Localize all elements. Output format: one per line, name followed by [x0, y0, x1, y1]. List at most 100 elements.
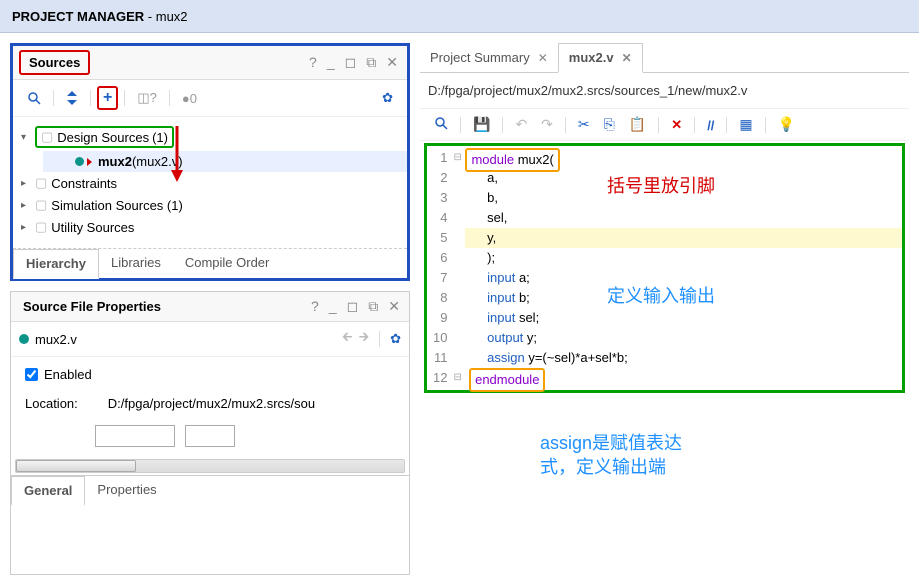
- maximize-icon[interactable]: ◻: [344, 296, 362, 317]
- unknown-tool-icon[interactable]: ◫?: [131, 87, 163, 109]
- project-summary-tab[interactable]: Project Summary ✕: [420, 43, 558, 72]
- design-sources-row[interactable]: ▾ ▢ Design Sources (1): [13, 123, 407, 151]
- properties-tab[interactable]: Properties: [85, 476, 168, 505]
- cut-icon[interactable]: ✂: [572, 113, 596, 136]
- line-number: 10: [433, 328, 447, 348]
- line-number: 8: [433, 288, 447, 308]
- properties-file-name: mux2.v: [35, 332, 77, 347]
- mux2-module-name: mux2: [98, 154, 132, 169]
- sources-tree: ▾ ▢ Design Sources (1) mux2 (mux2.v) ▸: [13, 117, 407, 248]
- hierarchy-tab[interactable]: Hierarchy: [13, 249, 99, 279]
- collapse-expand-icon[interactable]: [60, 88, 84, 108]
- status-indicator: ● 0: [176, 88, 203, 109]
- simulation-sources-label: Simulation Sources (1): [51, 198, 183, 213]
- utility-sources-row[interactable]: ▸ ▢ Utility Sources: [13, 216, 407, 238]
- line-number: 4: [433, 208, 447, 228]
- separator: [169, 90, 170, 106]
- general-tab[interactable]: General: [11, 476, 85, 506]
- annotation-blue-1: 定义输入输出: [607, 282, 715, 308]
- mux2v-tab[interactable]: mux2.v ✕: [558, 43, 643, 73]
- chevron-right-icon[interactable]: ▸: [21, 200, 35, 211]
- properties-form: Enabled Location: D:/fpga/project/mux2/m…: [11, 357, 409, 457]
- code-line-10: output y;: [465, 328, 902, 348]
- module-type-icon: [75, 157, 92, 166]
- constraints-row[interactable]: ▸ ▢ Constraints: [13, 172, 407, 194]
- separator: [565, 117, 566, 133]
- restore-icon[interactable]: ⧉: [365, 296, 381, 317]
- chevron-down-icon[interactable]: ▾: [21, 132, 35, 143]
- chevron-right-icon[interactable]: ▸: [21, 178, 35, 189]
- close-panel-icon[interactable]: ✕: [385, 296, 403, 317]
- search-icon[interactable]: [428, 113, 454, 136]
- editor-tabs: Project Summary ✕ mux2.v ✕: [420, 43, 909, 73]
- enabled-checkbox[interactable]: [25, 368, 38, 381]
- save-icon[interactable]: 💾: [467, 113, 496, 136]
- type-row: [25, 425, 395, 447]
- close-icon[interactable]: ✕: [538, 51, 548, 65]
- file-path: D:/fpga/project/mux2/mux2.srcs/sources_1…: [420, 73, 909, 108]
- minimize-icon[interactable]: _: [324, 52, 338, 73]
- sources-title: Sources: [19, 50, 90, 75]
- line-number: 11: [433, 348, 447, 368]
- copy-icon[interactable]: ⎘: [598, 113, 621, 136]
- fold-icon[interactable]: ⊟: [453, 368, 465, 388]
- close-icon[interactable]: ✕: [622, 51, 632, 65]
- close-panel-icon[interactable]: ✕: [383, 52, 401, 73]
- chevron-right-icon[interactable]: ▸: [21, 222, 35, 233]
- horizontal-scrollbar[interactable]: [15, 459, 405, 473]
- nav-forward-icon[interactable]: 🡲: [359, 328, 370, 350]
- fold-icon[interactable]: ⊟: [453, 148, 465, 168]
- separator: [124, 90, 125, 106]
- scrollbar-thumb[interactable]: [16, 460, 136, 472]
- column-select-icon[interactable]: ▦: [733, 113, 758, 136]
- line-number: 2: [433, 168, 447, 188]
- help-icon[interactable]: ?: [308, 296, 322, 317]
- gear-icon[interactable]: ✿: [390, 331, 401, 347]
- nav-back-icon[interactable]: 🡰: [342, 328, 353, 350]
- undo-icon[interactable]: ↶: [509, 113, 533, 136]
- mux2-module-row[interactable]: mux2 (mux2.v): [43, 151, 407, 172]
- folder-icon: ▢: [35, 197, 47, 213]
- code-line-4: sel,: [465, 208, 902, 228]
- gear-icon[interactable]: ✿: [376, 87, 399, 109]
- line-number: 6: [433, 248, 447, 268]
- code-line-5: y,: [465, 228, 902, 248]
- comment-icon[interactable]: //: [701, 114, 720, 136]
- paste-icon[interactable]: 📋: [623, 113, 652, 136]
- minimize-icon[interactable]: _: [326, 296, 340, 317]
- titlebar-prefix: PROJECT MANAGER: [12, 9, 144, 24]
- sources-bottom-tabs: Hierarchy Libraries Compile Order: [13, 248, 407, 278]
- left-column: Sources ? _ ◻ ⧉ ✕ +: [10, 43, 410, 575]
- separator: [502, 117, 503, 133]
- delete-icon[interactable]: ✕: [665, 113, 688, 136]
- bulb-icon[interactable]: 💡: [772, 113, 801, 136]
- design-sources-count: (1): [152, 130, 168, 145]
- help-icon[interactable]: ?: [306, 52, 320, 73]
- main-content: Sources ? _ ◻ ⧉ ✕ +: [0, 33, 919, 585]
- maximize-icon[interactable]: ◻: [342, 52, 360, 73]
- redo-icon[interactable]: ↷: [535, 113, 559, 136]
- location-label: Location:: [25, 396, 78, 411]
- type-select[interactable]: [95, 425, 175, 447]
- line-number: 9: [433, 308, 447, 328]
- file-type-icon: [19, 334, 29, 344]
- code-line-1: module mux2(: [465, 148, 902, 168]
- search-icon[interactable]: [21, 88, 47, 108]
- titlebar-suffix: - mux2: [144, 9, 187, 24]
- properties-window-controls: ? _ ◻ ⧉ ✕: [308, 296, 403, 317]
- project-manager-titlebar: PROJECT MANAGER - mux2: [0, 0, 919, 33]
- compile-order-tab[interactable]: Compile Order: [173, 249, 282, 278]
- sources-header: Sources ? _ ◻ ⧉ ✕: [13, 46, 407, 80]
- type-box[interactable]: [185, 425, 235, 447]
- code-line-6: );: [465, 248, 902, 268]
- location-value: D:/fpga/project/mux2/mux2.srcs/sou: [108, 396, 315, 411]
- sources-panel: Sources ? _ ◻ ⧉ ✕ +: [10, 43, 410, 281]
- properties-bottom-tabs: General Properties: [11, 475, 409, 505]
- libraries-tab[interactable]: Libraries: [99, 249, 173, 278]
- add-sources-button[interactable]: +: [97, 86, 118, 110]
- simulation-sources-row[interactable]: ▸ ▢ Simulation Sources (1): [13, 194, 407, 216]
- separator: [726, 117, 727, 133]
- enabled-label: Enabled: [44, 367, 92, 382]
- restore-icon[interactable]: ⧉: [363, 52, 379, 73]
- source-file-properties-panel: Source File Properties ? _ ◻ ⧉ ✕ mux2.v …: [10, 291, 410, 575]
